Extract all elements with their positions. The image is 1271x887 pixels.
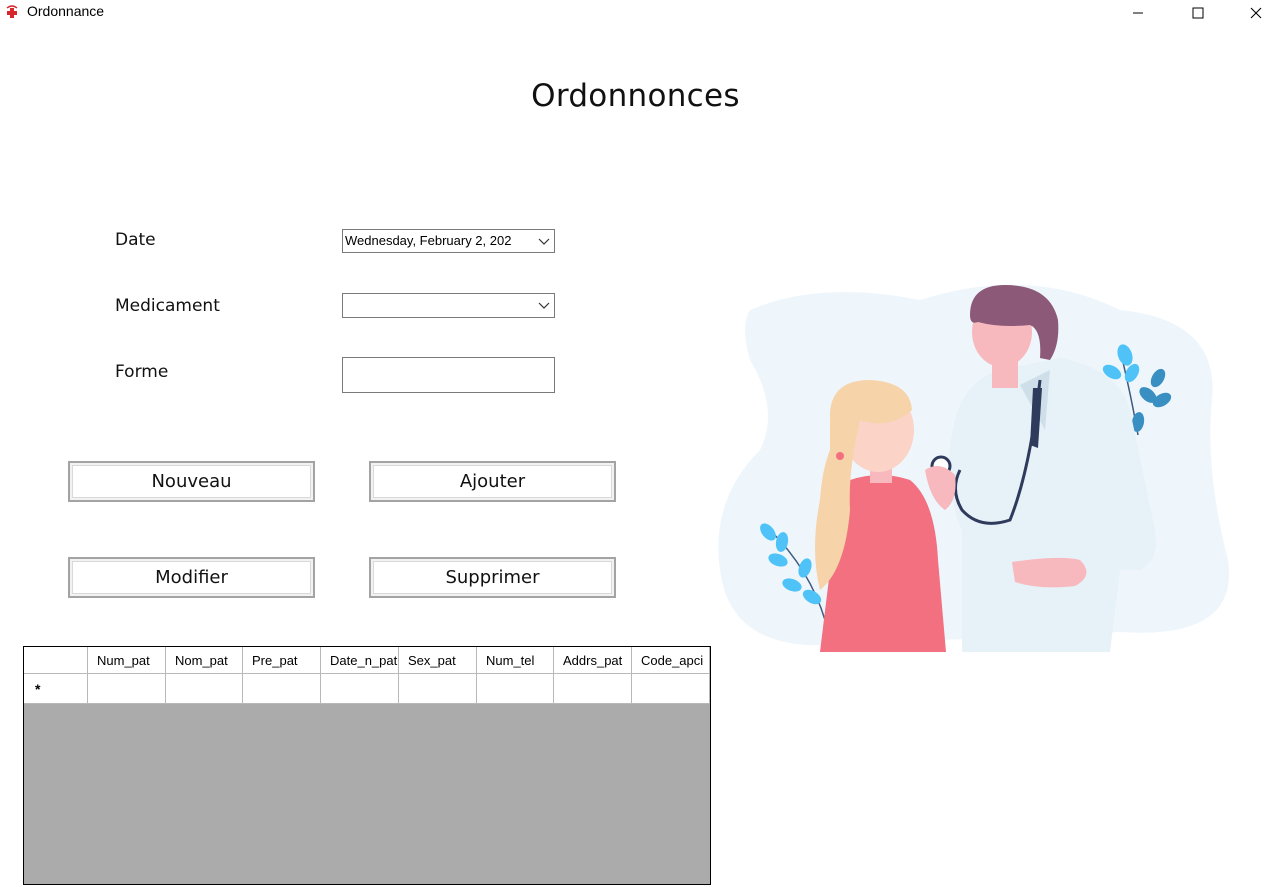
column-header[interactable]: Date_n_pat: [321, 647, 399, 674]
forme-label: Forme: [115, 362, 169, 382]
table-row[interactable]: *: [24, 674, 710, 704]
grid-cell[interactable]: [399, 674, 477, 704]
grid-header-row: Num_pat Nom_pat Pre_pat Date_n_pat Sex_p…: [24, 647, 710, 674]
doctor-patient-illustration: [718, 284, 1230, 652]
grid-corner-cell[interactable]: [24, 647, 88, 674]
supprimer-button[interactable]: Supprimer: [369, 557, 616, 598]
column-header[interactable]: Pre_pat: [243, 647, 321, 674]
row-header[interactable]: *: [24, 674, 88, 704]
minimize-icon: [1133, 12, 1143, 13]
nouveau-button[interactable]: Nouveau: [68, 461, 315, 502]
chevron-down-icon[interactable]: [538, 300, 550, 310]
minimize-button[interactable]: [1115, 0, 1161, 25]
column-header[interactable]: Code_apci: [632, 647, 710, 674]
date-label: Date: [115, 230, 156, 250]
modifier-button[interactable]: Modifier: [68, 557, 315, 598]
grid-cell[interactable]: [477, 674, 554, 704]
page-title: Ordonnonces: [531, 78, 740, 114]
close-button[interactable]: [1233, 0, 1271, 25]
column-header[interactable]: Num_tel: [477, 647, 554, 674]
forme-input[interactable]: [342, 357, 555, 393]
window-title: Ordonnance: [27, 3, 105, 19]
title-bar: Ordonnance: [0, 0, 1271, 25]
ajouter-button[interactable]: Ajouter: [369, 461, 616, 502]
medical-cross-icon: [5, 4, 19, 18]
close-icon: [1250, 7, 1262, 18]
date-picker[interactable]: Wednesday, February 2, 202: [342, 229, 555, 253]
grid-cell[interactable]: [243, 674, 321, 704]
date-value: Wednesday, February 2, 202: [345, 233, 512, 248]
patients-grid[interactable]: Num_pat Nom_pat Pre_pat Date_n_pat Sex_p…: [23, 646, 711, 885]
grid-cell[interactable]: [632, 674, 710, 704]
medicament-label: Medicament: [115, 296, 220, 316]
grid-cell[interactable]: [554, 674, 632, 704]
column-header[interactable]: Num_pat: [88, 647, 166, 674]
column-header[interactable]: Nom_pat: [166, 647, 243, 674]
column-header[interactable]: Addrs_pat: [554, 647, 632, 674]
column-header[interactable]: Sex_pat: [399, 647, 477, 674]
maximize-button[interactable]: [1175, 0, 1221, 25]
grid-cell[interactable]: [88, 674, 166, 704]
grid-cell[interactable]: [166, 674, 243, 704]
chevron-down-icon[interactable]: [538, 236, 550, 246]
grid-cell[interactable]: [321, 674, 399, 704]
medicament-select[interactable]: [342, 293, 555, 318]
maximize-icon: [1192, 7, 1204, 18]
